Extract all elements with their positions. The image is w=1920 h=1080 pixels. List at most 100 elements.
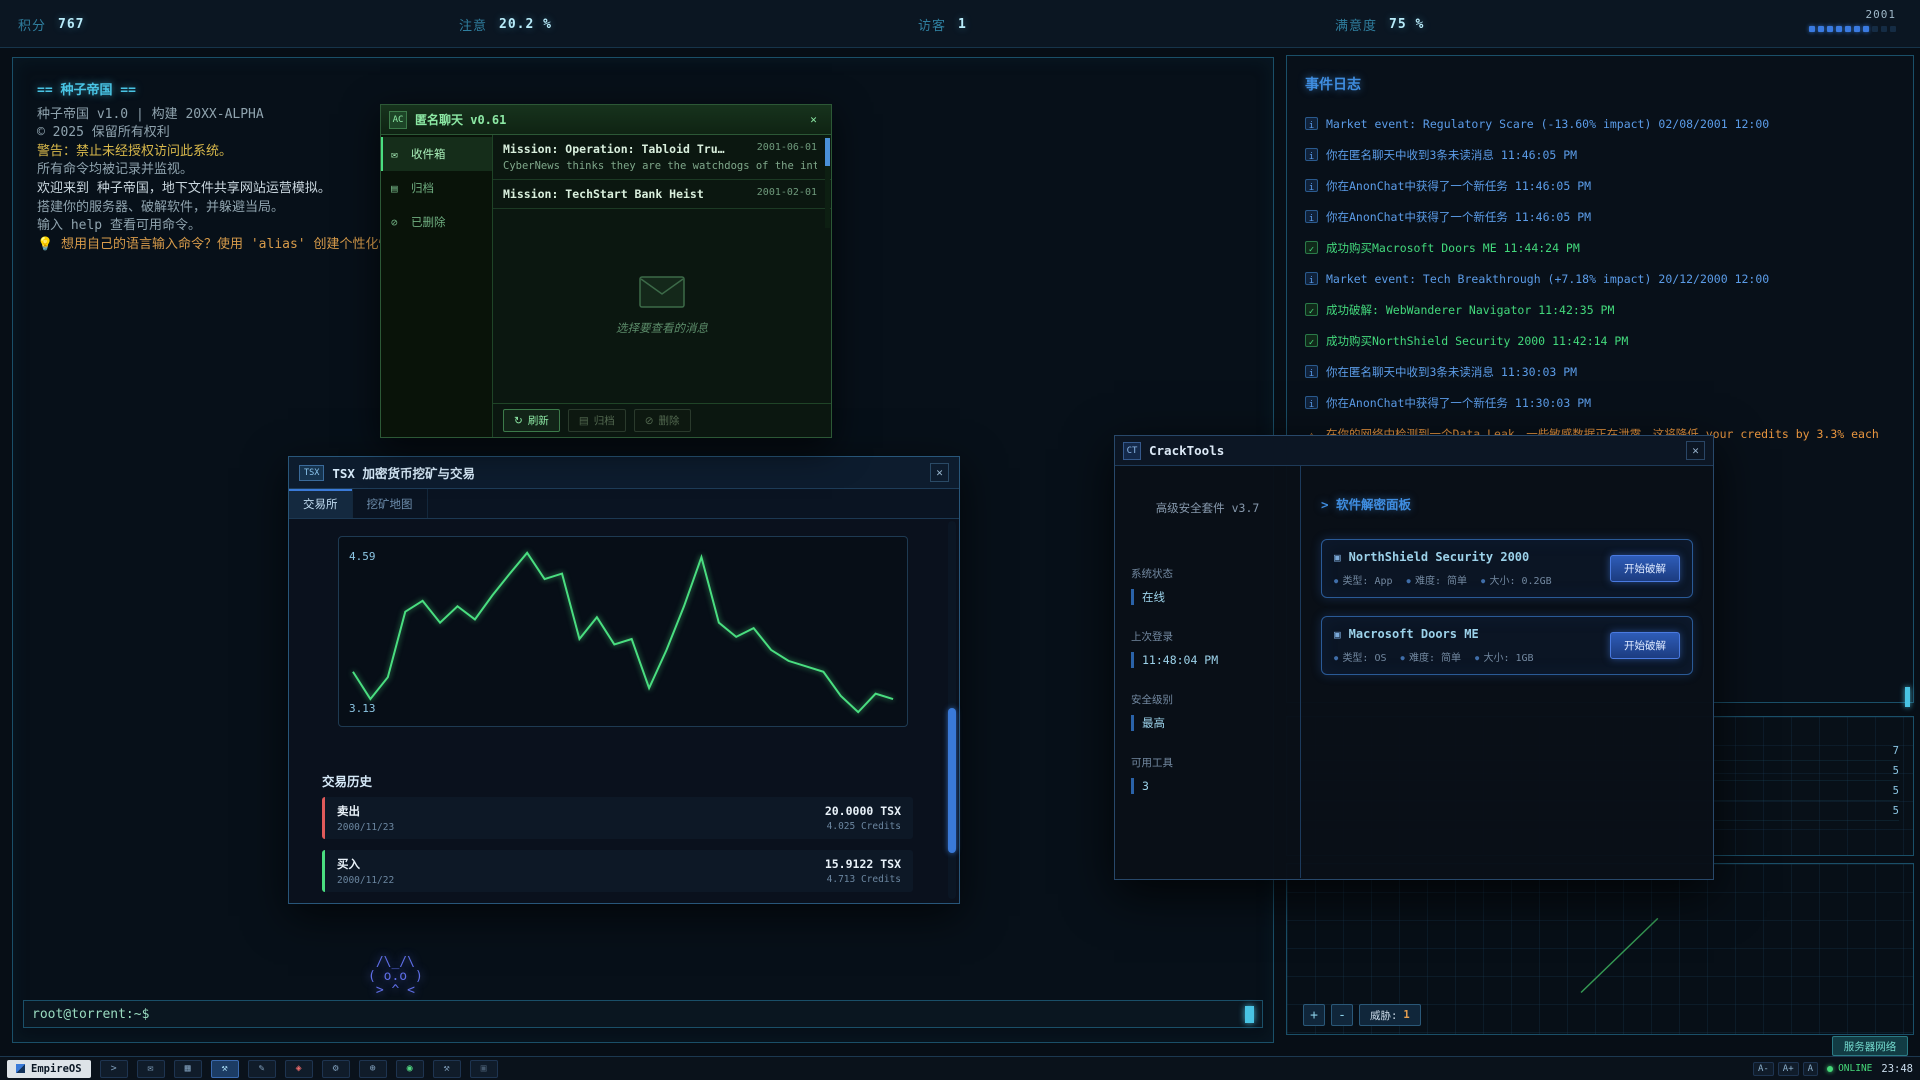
zoom-out-button[interactable]: - <box>1331 1004 1353 1026</box>
server-network-button[interactable]: 服务器网络 <box>1832 1036 1908 1056</box>
stat-value: 3 <box>1131 778 1284 794</box>
taskbar-right: A-A+A ONLINE 23:48 <box>1753 1062 1913 1076</box>
progress-dot <box>1890 26 1896 32</box>
stat-value: 11:48:04 PM <box>1131 652 1284 668</box>
price-chart: 4.59 3.13 <box>338 536 908 727</box>
log-text: 成功破解: WebWanderer Navigator11:42:35 PM <box>1326 302 1614 318</box>
edit-icon[interactable]: ✎ <box>248 1060 276 1078</box>
anonchat-empty-text: 选择要查看的消息 <box>616 320 708 336</box>
transaction-credits: 4.713 Credits <box>825 874 901 885</box>
refresh-button[interactable]: ↻刷新 <box>503 409 560 432</box>
year-indicator: 2001 <box>1809 8 1896 32</box>
folder-item[interactable]: ✉收件箱 <box>381 137 492 171</box>
transaction-left: 卖出2000/11/23 <box>337 803 394 833</box>
threat-label: 威胁: <box>1370 1008 1397 1023</box>
cracktools-titlebar[interactable]: CT CrackTools ✕ <box>1115 436 1713 466</box>
transaction-side: 买入 <box>337 856 394 872</box>
terminal-input[interactable]: root@torrent:~$ <box>23 1000 1263 1028</box>
scrollbar-thumb[interactable] <box>825 138 830 166</box>
visitors-label: 访客 <box>918 15 946 34</box>
start-crack-button[interactable]: 开始破解 <box>1610 555 1680 582</box>
cracktools-app-icon: CT <box>1123 442 1141 460</box>
globe-icon[interactable]: ⊕ <box>359 1060 387 1078</box>
attention-label: 注意 <box>459 15 487 34</box>
attention-value: 20.2 % <box>499 17 552 32</box>
gear-icon[interactable]: ⚙ <box>322 1060 350 1078</box>
button-label: 刷新 <box>528 413 549 428</box>
log-entry: i你在匿名聊天中收到3条未读消息11:30:03 PM <box>1305 364 1895 380</box>
folder-icon[interactable]: ▣ <box>470 1060 498 1078</box>
scrollbar-thumb[interactable] <box>1905 687 1910 707</box>
threat-value: 1 <box>1403 1009 1409 1021</box>
scrollbar-thumb[interactable] <box>948 708 956 853</box>
chart-max-label: 4.59 <box>349 550 376 563</box>
mail-icon[interactable]: ✉ <box>137 1060 165 1078</box>
font-size-button[interactable]: A- <box>1753 1062 1774 1076</box>
stat-value: 最高 <box>1131 715 1284 731</box>
tab-0[interactable]: 交易所 <box>289 489 353 518</box>
visitors-stat: 访客 1 <box>918 0 967 48</box>
message-row[interactable]: Mission: TechStart Bank Heist2001-02-01 <box>493 180 831 209</box>
anonchat-body: ✉收件箱▤归档⊘已删除 Mission: Operation: Tabloid … <box>381 135 831 437</box>
online-status: ONLINE <box>1827 1063 1872 1074</box>
log-time: 02/08/2001 12:00 <box>1658 117 1769 131</box>
start-crack-button[interactable]: 开始破解 <box>1610 632 1680 659</box>
archive-button[interactable]: ▤归档 <box>568 409 626 432</box>
anonchat-scrollbar[interactable] <box>825 136 830 228</box>
points-stat: 积分 767 <box>18 0 85 48</box>
close-icon[interactable]: ✕ <box>1686 441 1705 460</box>
transaction-amount: 20.0000 TSX <box>825 804 901 818</box>
font-size-button[interactable]: A+ <box>1778 1062 1799 1076</box>
log-entry: i你在AnonChat中获得了一个新任务11:46:05 PM <box>1305 209 1895 225</box>
points-label: 积分 <box>18 15 46 34</box>
tsx-titlebar[interactable]: TSX TSX 加密货币挖矿与交易 ✕ <box>289 457 959 489</box>
network-map-panel: + - 威胁: 1 <box>1286 863 1914 1035</box>
tsx-scrollbar[interactable] <box>948 521 956 899</box>
chart-min-label: 3.13 <box>349 702 376 715</box>
transaction-date: 2000/11/23 <box>337 822 394 833</box>
stat-label: 可用工具 <box>1131 755 1284 770</box>
inbox-icon: ✉ <box>391 148 404 161</box>
stat-label: 上次登录 <box>1131 629 1284 644</box>
browser-icon[interactable]: ▦ <box>174 1060 202 1078</box>
meta-item: 难度: 简单 <box>1401 649 1461 664</box>
crack-target-meta: 类型: App难度: 简单大小: 0.2GB <box>1334 572 1552 587</box>
folder-item[interactable]: ▤归档 <box>381 171 492 205</box>
tsx-title: TSX 加密货币挖矿与交易 <box>332 463 475 482</box>
cracktools-main: > 软件解密面板 ▣NorthShield Security 2000类型: A… <box>1301 466 1713 878</box>
anonchat-app-icon: AC <box>389 111 407 129</box>
taskbar-icons: > ✉ ▦ ⚒ ✎ ◈ ⚙ ⊕ ◉ ⚒ ▣ <box>100 1060 498 1078</box>
tab-1[interactable]: 挖矿地图 <box>353 489 428 518</box>
software-name: NorthShield Security 2000 <box>1349 550 1530 564</box>
log-text: 你在AnonChat中获得了一个新任务11:46:05 PM <box>1326 178 1591 194</box>
cracktools-stats: 系统状态在线上次登录11:48:04 PM安全级别最高可用工具3 <box>1131 566 1284 794</box>
stat-label: 安全级别 <box>1131 692 1284 707</box>
delete-button[interactable]: ⊘删除 <box>634 409 691 432</box>
log-time: 11:46:05 PM <box>1501 148 1577 162</box>
log-text: Market event: Regulatory Scare (-13.60% … <box>1326 116 1769 132</box>
anonchat-titlebar[interactable]: AC 匿名聊天 v0.61 ✕ <box>381 105 831 135</box>
close-icon[interactable]: ✕ <box>804 110 823 129</box>
tools-icon[interactable]: ⚒ <box>433 1060 461 1078</box>
meta-item: 难度: 简单 <box>1407 572 1467 587</box>
anonchat-title: 匿名聊天 v0.61 <box>415 111 506 128</box>
anonchat-main: Mission: Operation: Tabloid Tru…2001-06-… <box>493 135 831 437</box>
ascii-cat: /\_/\ ( o.o ) > ^ < <box>368 956 423 998</box>
button-label: 归档 <box>594 413 615 428</box>
font-size-button[interactable]: A <box>1803 1062 1818 1076</box>
start-button[interactable]: EmpireOS <box>7 1060 91 1078</box>
stat-value: 在线 <box>1131 589 1284 605</box>
folder-item[interactable]: ⊘已删除 <box>381 205 492 239</box>
message-row-top: Mission: Operation: Tabloid Tru…2001-06-… <box>503 142 817 156</box>
message-row-top: Mission: TechStart Bank Heist2001-02-01 <box>503 187 817 201</box>
close-icon[interactable]: ✕ <box>930 463 949 482</box>
wrench-icon[interactable]: ⚒ <box>211 1060 239 1078</box>
hammer-icon[interactable]: ◈ <box>285 1060 313 1078</box>
zoom-in-button[interactable]: + <box>1303 1004 1325 1026</box>
info-icon: i <box>1305 365 1318 378</box>
chat-icon[interactable]: ◉ <box>396 1060 424 1078</box>
terminal-icon[interactable]: > <box>100 1060 128 1078</box>
message-row[interactable]: Mission: Operation: Tabloid Tru…2001-06-… <box>493 135 831 180</box>
folder-label: 归档 <box>411 180 434 196</box>
event-log-title: 事件日志 <box>1305 74 1895 94</box>
